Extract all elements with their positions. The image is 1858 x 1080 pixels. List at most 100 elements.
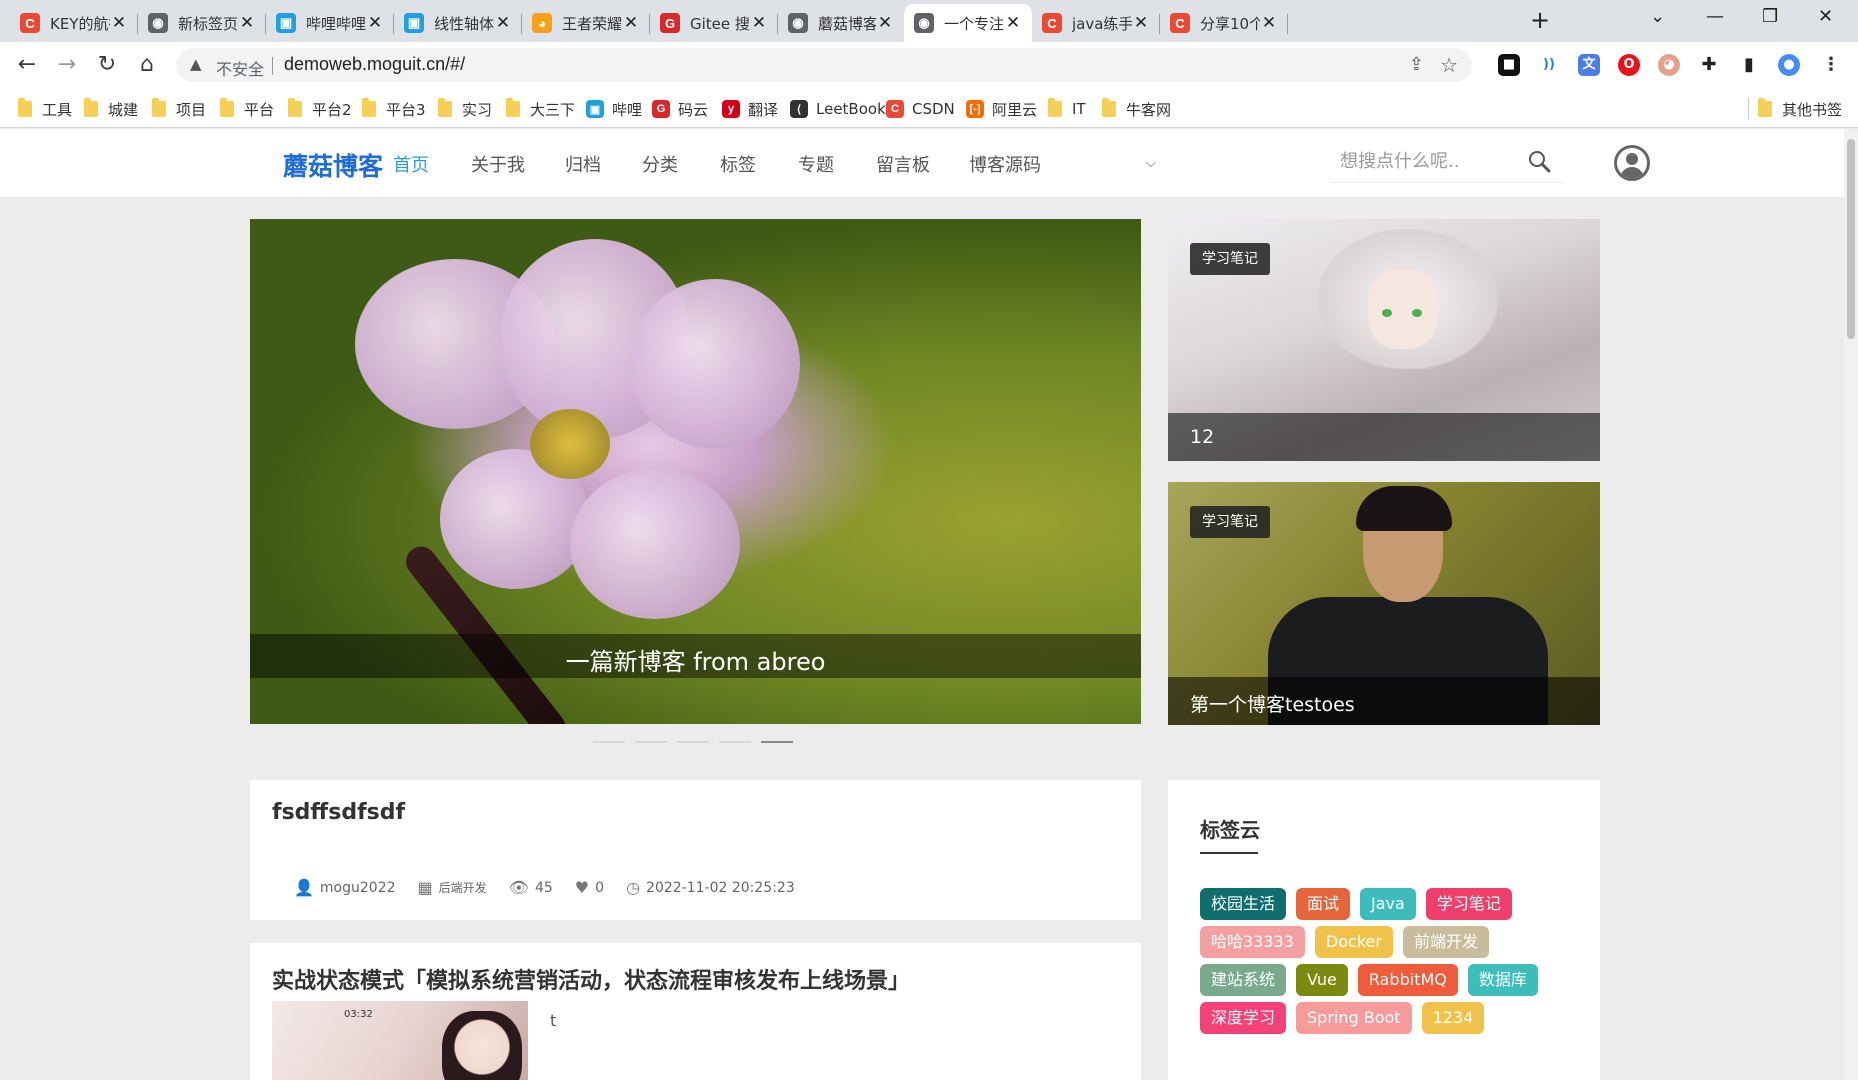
bookmark-item[interactable]: 大三下 <box>506 98 575 120</box>
extension-3-icon[interactable]: O <box>1618 54 1640 76</box>
maximize-button[interactable]: ❐ <box>1762 6 1778 27</box>
back-button[interactable]: ← <box>12 50 42 80</box>
bookmark-item[interactable]: 牛客网 <box>1102 98 1171 120</box>
extension-1-icon[interactable]: ■ <box>1498 54 1520 76</box>
tag-chip[interactable]: 前端开发 <box>1402 926 1489 958</box>
card-tag[interactable]: 学习笔记 <box>1190 243 1270 275</box>
bookmark-item[interactable]: 工具 <box>18 98 72 120</box>
bookmark-item[interactable]: [-] 阿里云 <box>966 98 1037 120</box>
nav-link[interactable]: 博客源码 <box>969 151 1041 177</box>
extension-2-icon[interactable]: )) <box>1538 54 1560 76</box>
slider-dot[interactable] <box>635 741 667 743</box>
scrollbar-thumb[interactable] <box>1847 139 1855 339</box>
bookmark-item[interactable]: G 码云 <box>652 98 708 120</box>
tag-chip[interactable]: Spring Boot <box>1296 1002 1412 1034</box>
tag-chip[interactable]: 面试 <box>1296 888 1351 920</box>
close-tab-icon[interactable]: ✕ <box>110 13 128 33</box>
bookmark-item[interactable]: ⟨ LeetBook <box>790 98 886 120</box>
close-tab-icon[interactable]: ✕ <box>1004 13 1022 33</box>
close-tab-icon[interactable]: ✕ <box>750 13 768 33</box>
card-tag[interactable]: 学习笔记 <box>1190 506 1270 538</box>
tag-chip[interactable]: 学习笔记 <box>1425 888 1512 920</box>
article-title[interactable]: fsdffsdfsdf <box>272 800 405 825</box>
minimize-button[interactable]: — <box>1706 6 1724 27</box>
close-window-button[interactable]: ✕ <box>1818 6 1833 27</box>
bookmark-item[interactable]: 实习 <box>438 98 492 120</box>
side-panel-icon[interactable]: ▮ <box>1738 54 1760 76</box>
article-thumbnail[interactable]: 03:32 <box>272 1001 528 1080</box>
tag-chip[interactable]: 深度学习 <box>1200 1002 1287 1034</box>
browser-tab[interactable]: ◉ 一个专注于✕ <box>904 4 1032 42</box>
author[interactable]: 👤 mogu2022 <box>294 878 396 897</box>
featured-card[interactable]: 学习笔记 12 <box>1168 219 1600 461</box>
nav-link[interactable]: 留言板 <box>876 151 930 177</box>
close-tab-icon[interactable]: ✕ <box>1260 13 1278 33</box>
share-icon[interactable]: ⇪ <box>1409 54 1424 75</box>
nav-link[interactable]: 分类 <box>642 151 678 177</box>
browser-tab[interactable]: ◕ 王者荣耀 ✕ <box>522 4 650 42</box>
page-scrollbar[interactable] <box>1844 129 1858 1080</box>
search-icon[interactable] <box>1527 149 1551 173</box>
search-input[interactable] <box>1330 143 1520 179</box>
bookmark-item[interactable]: ▣ 哔哩 <box>586 98 642 120</box>
browser-tab[interactable]: C KEY的航行✕ <box>10 4 138 42</box>
hero-slide[interactable]: 一篇新博客 from abreo <box>250 219 1141 724</box>
translate-icon[interactable]: 文 <box>1578 54 1600 76</box>
bookmark-item[interactable]: IT <box>1048 98 1086 120</box>
user-avatar[interactable] <box>1614 145 1650 181</box>
forward-button[interactable]: → <box>52 50 82 80</box>
extension-4-icon[interactable]: ◕ <box>1658 54 1680 76</box>
other-bookmarks[interactable]: 其他书签 <box>1758 98 1842 120</box>
nav-link[interactable]: 关于我 <box>471 151 525 177</box>
tag-chip[interactable]: Vue <box>1296 964 1348 996</box>
address-bar[interactable]: ▲ 不安全 demoweb.moguit.cn/#/ ⇪ ☆ <box>176 48 1472 82</box>
bookmark-item[interactable]: 项目 <box>152 98 206 120</box>
category[interactable]: ▦ 后端开发 <box>418 878 487 897</box>
chevron-down-icon[interactable]: ⌵ <box>1146 156 1156 171</box>
browser-tab[interactable]: Cjava练手项✕ <box>1032 4 1160 42</box>
article-card[interactable]: 实战状态模式「模拟系统营销活动，状态流程审核发布上线场景」 03:32 t <box>250 943 1141 1080</box>
tag-chip[interactable]: Java <box>1360 888 1416 920</box>
featured-card[interactable]: 学习笔记 第一个博客testoes <box>1168 482 1600 725</box>
url-text[interactable]: demoweb.moguit.cn/#/ <box>284 54 465 75</box>
likes[interactable]: ♥ 0 <box>575 878 604 897</box>
tag-chip[interactable]: Docker <box>1314 926 1393 958</box>
nav-link[interactable]: 专题 <box>798 151 834 177</box>
close-tab-icon[interactable]: ✕ <box>366 13 384 33</box>
tag-chip[interactable]: 哈哈33333 <box>1200 926 1305 958</box>
article-card[interactable]: fsdffsdfsdf 👤 mogu2022 ▦ 后端开发 👁 45 ♥ 0 ◷ 2022… <box>250 780 1141 920</box>
home-icon[interactable]: ⌂ <box>132 50 162 80</box>
bookmark-star-icon[interactable]: ☆ <box>1440 53 1458 77</box>
tag-chip[interactable]: 1234 <box>1421 1002 1485 1034</box>
browser-tab[interactable]: ◉ 新标签页 ✕ <box>138 4 266 42</box>
profile-icon[interactable]: ● <box>1778 54 1800 76</box>
bookmark-item[interactable]: 平台3 <box>362 98 426 120</box>
close-tab-icon[interactable]: ✕ <box>876 13 894 33</box>
browser-tab[interactable]: C 分享10个 ✕ <box>1160 4 1288 42</box>
tag-chip[interactable]: RabbitMQ <box>1357 964 1458 996</box>
bookmark-item[interactable]: y 翻译 <box>722 98 778 120</box>
slider-dot[interactable] <box>677 741 709 743</box>
bookmark-item[interactable]: 平台 <box>220 98 274 120</box>
hero-caption-text[interactable]: 一篇新博客 from abreo <box>250 642 1141 677</box>
menu-kebab-icon[interactable]: ⋮ <box>1820 54 1842 76</box>
security-label[interactable]: 不安全 <box>216 56 264 80</box>
nav-link[interactable]: 标签 <box>720 151 756 177</box>
nav-link[interactable]: 首页 <box>393 151 429 177</box>
browser-tab[interactable]: ▣ 线性轴体运✕ <box>394 4 522 42</box>
tag-chip[interactable]: 建站系统 <box>1200 964 1287 996</box>
close-tab-icon[interactable]: ✕ <box>238 13 256 33</box>
close-tab-icon[interactable]: ✕ <box>1132 13 1150 33</box>
warning-icon[interactable]: ▲ <box>190 55 202 73</box>
nav-link[interactable]: 归档 <box>565 151 601 177</box>
bookmark-item[interactable]: 平台2 <box>288 98 352 120</box>
site-logo[interactable]: 蘑菇博客 <box>283 147 383 183</box>
extensions-puzzle-icon[interactable]: ✚ <box>1698 54 1720 76</box>
slider-dot[interactable] <box>719 741 751 743</box>
reload-button[interactable]: ↻ <box>92 50 122 80</box>
bookmark-item[interactable]: C CSDN <box>886 98 955 120</box>
tag-chip[interactable]: 校园生活 <box>1200 888 1287 920</box>
new-tab-button[interactable]: + <box>1530 6 1550 34</box>
tag-chip[interactable]: 数据库 <box>1467 964 1538 996</box>
tab-search-icon[interactable]: ⌄ <box>1650 6 1665 27</box>
